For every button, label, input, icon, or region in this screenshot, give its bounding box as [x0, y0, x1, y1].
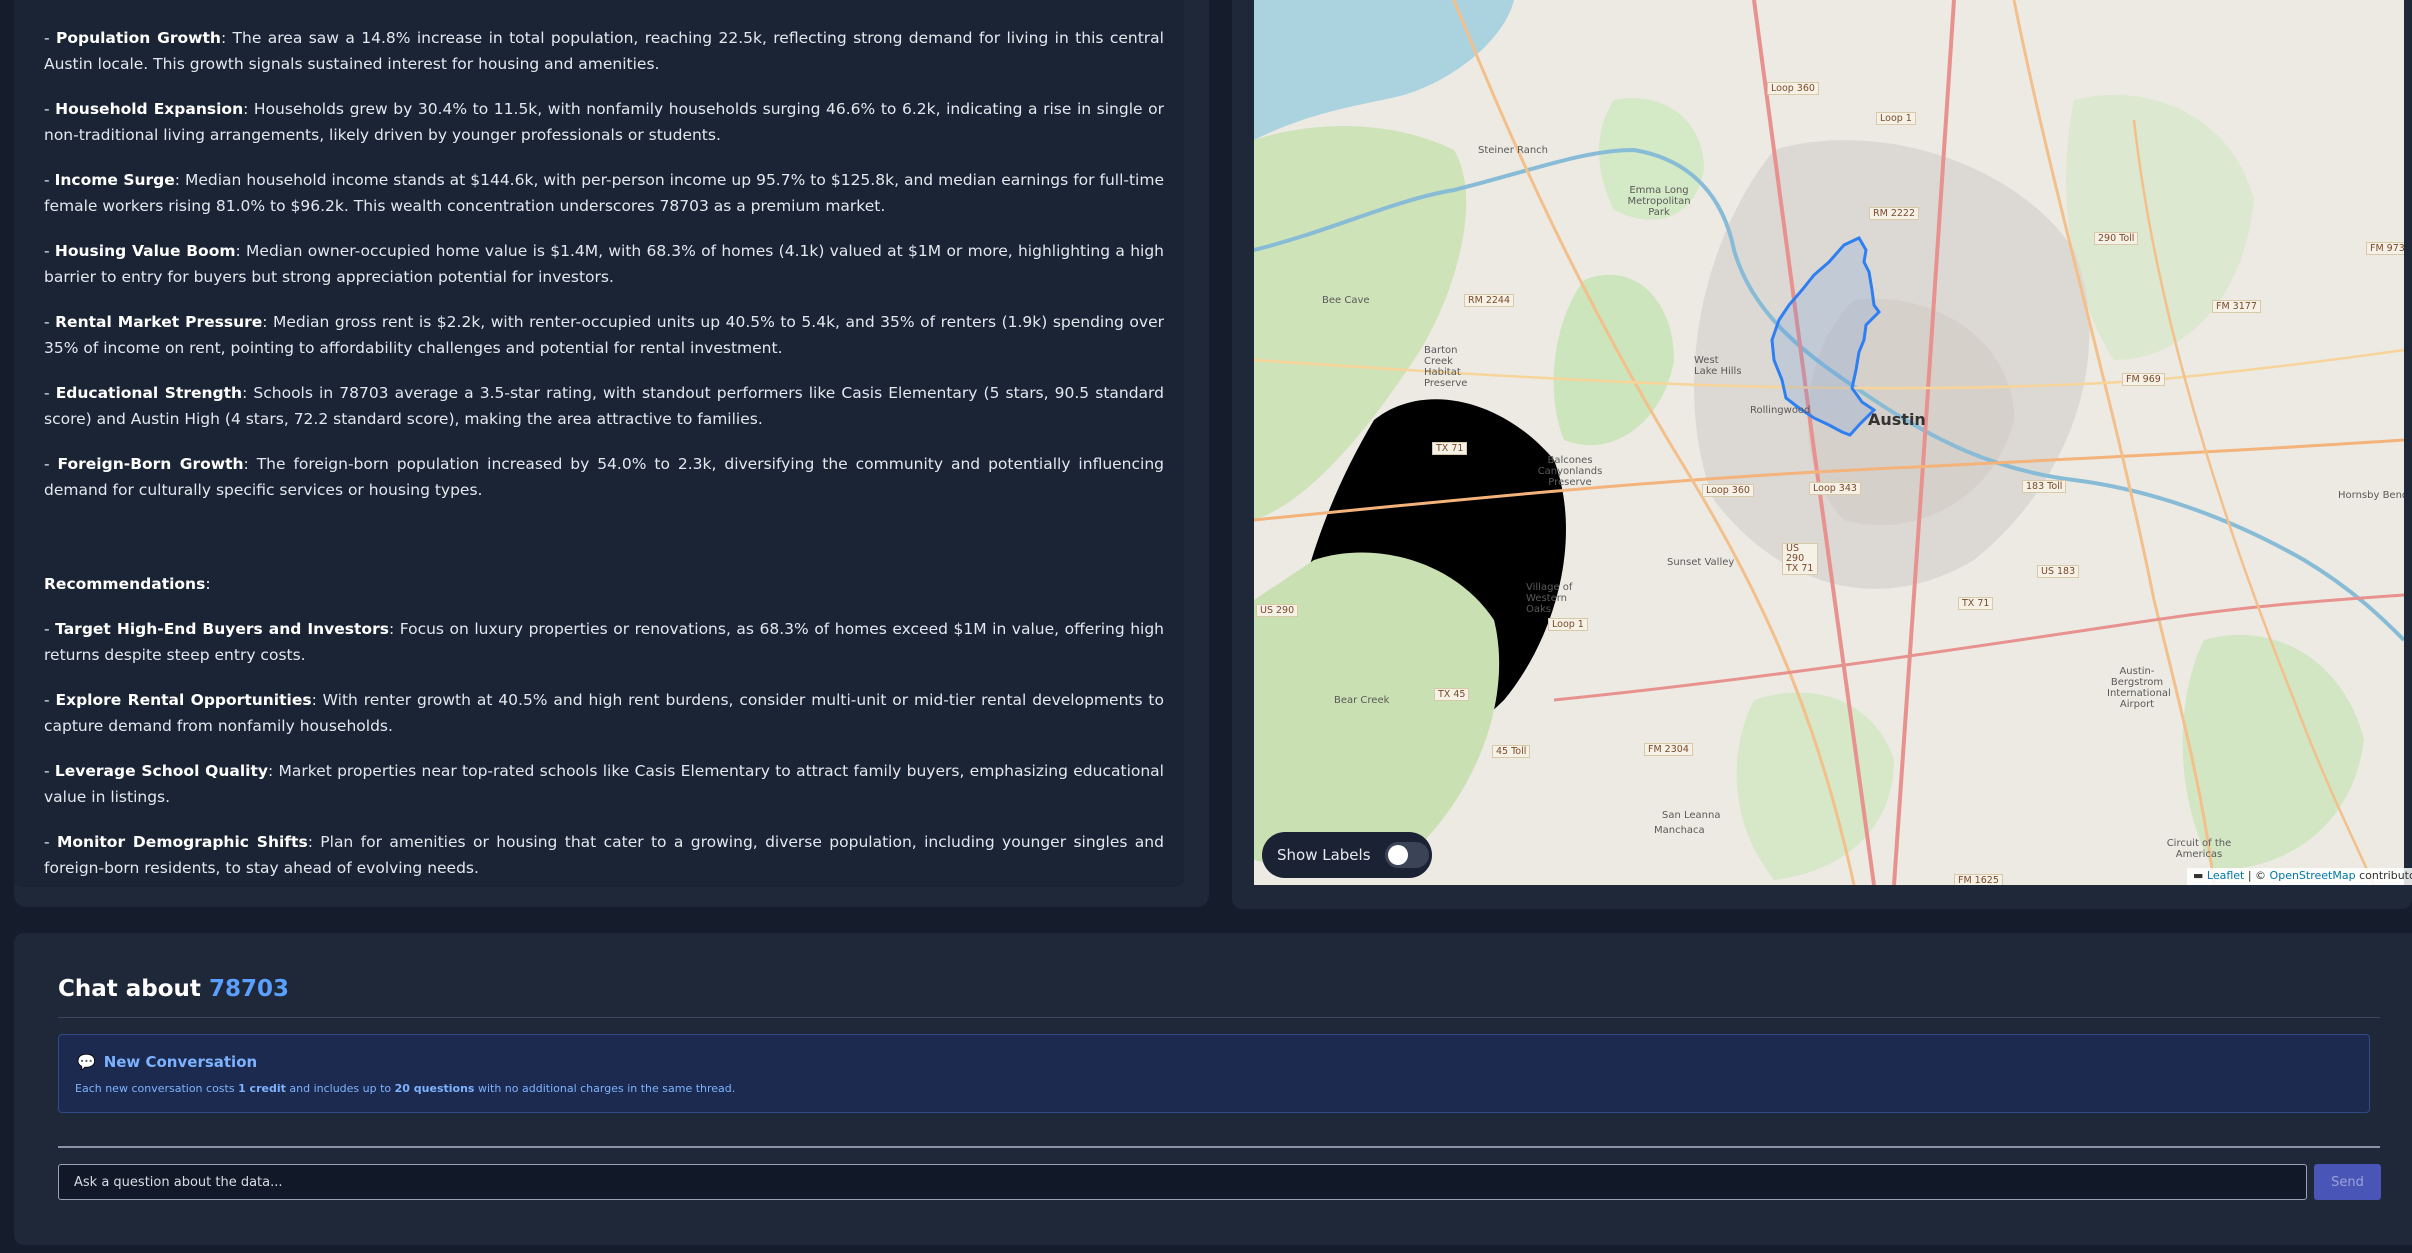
map-attribution: ▬ Leaflet | © OpenStreetMap contributors: [2187, 868, 2412, 885]
info-text: Each new conversation costs: [75, 1082, 239, 1095]
insight-title: Household Expansion: [55, 100, 244, 118]
recommendation-item: - Target High-End Buyers and Investors: …: [44, 620, 1164, 664]
recommendations-heading: Recommendations:: [44, 571, 211, 597]
road-shield: Loop 360: [1702, 484, 1754, 497]
leaflet-flag-icon: ▬: [2193, 869, 2207, 882]
insight-title: Educational Strength: [55, 384, 243, 402]
map-label: Barton Creek Habitat Preserve: [1424, 345, 1468, 389]
road-shield: RM 2222: [1869, 207, 1919, 220]
road-shield: RM 2244: [1464, 294, 1514, 307]
insight-title: Population Growth: [55, 29, 221, 47]
road-shield: TX 71: [1432, 442, 1468, 455]
recommendation-title: Target High-End Buyers and Investors: [55, 620, 389, 638]
insight-item: - Household Expansion: Households grew b…: [44, 100, 1164, 144]
insights-list: - Population Growth: The area saw a 14.8…: [44, 25, 1164, 522]
road-shield: US 290: [1256, 604, 1299, 617]
insight-item: - Housing Value Boom: Median owner-occup…: [44, 242, 1164, 286]
toggle-knob: [1387, 845, 1408, 865]
road-shield: Loop 360: [1767, 82, 1819, 95]
road-shield: 290 Toll: [2094, 232, 2139, 245]
road-shield: Loop 1: [1876, 112, 1916, 125]
road-shield: FM 1625: [1954, 874, 2003, 885]
road-shield: 45 Toll: [1492, 745, 1531, 758]
map-label: Manchaca: [1654, 825, 1705, 836]
input-divider: [58, 1146, 2380, 1148]
new-conversation-title: New Conversation: [103, 1053, 258, 1071]
map-label: Village of Western Oaks: [1526, 582, 1573, 615]
recommendation-title: Leverage School Quality: [54, 762, 268, 780]
attribution-suffix: contributors: [2359, 869, 2412, 882]
send-button[interactable]: Send: [2314, 1164, 2381, 1200]
new-conversation-header: 💬 New Conversation: [77, 1053, 257, 1071]
map-label: Balcones Canyonlands Preserve: [1537, 455, 1603, 488]
map-label: Bee Cave: [1322, 295, 1370, 306]
road-shield: Loop 1: [1548, 618, 1588, 631]
insight-item: - Rental Market Pressure: Median gross r…: [44, 313, 1164, 357]
insight-text: : Median household income stands at $144…: [44, 171, 1164, 215]
new-conversation-notice: 💬 New Conversation Each new conversation…: [58, 1034, 2370, 1113]
road-shield: TX 45: [1434, 688, 1470, 701]
map-label: Bear Creek: [1334, 695, 1390, 706]
chat-title-zip: 78703: [208, 976, 289, 1002]
recommendation-title: Monitor Demographic Shifts: [56, 833, 308, 851]
insight-title: Income Surge: [54, 171, 175, 189]
map-label-city: Austin: [1868, 410, 1926, 429]
map-label: Circuit of the Americas: [2166, 838, 2232, 860]
map-label: West Lake Hills: [1694, 355, 1742, 377]
show-labels-toggle-control[interactable]: Show Labels: [1262, 832, 1432, 878]
recommendations-list: - Target High-End Buyers and Investors: …: [44, 616, 1164, 900]
road-shield: FM 969: [2122, 373, 2165, 386]
map-label: Hornsby Bend: [2338, 490, 2404, 501]
road-shield: FM 973: [2366, 242, 2404, 255]
info-questions: 20 questions: [394, 1082, 475, 1095]
insight-item: - Foreign-Born Growth: The foreign-born …: [44, 455, 1165, 499]
recommendation-item: - Leverage School Quality: Market proper…: [44, 762, 1164, 806]
info-text: and includes up to: [285, 1082, 395, 1095]
show-labels-label: Show Labels: [1277, 846, 1371, 864]
info-credit: 1 credit: [238, 1082, 286, 1095]
map-label: Austin-Bergstrom International Airport: [2107, 666, 2171, 710]
road-shield: US 183: [2037, 565, 2080, 578]
map-label: Rollingwood: [1750, 405, 1811, 416]
show-labels-toggle[interactable]: [1384, 842, 1429, 868]
map-label: Steiner Ranch: [1478, 145, 1549, 156]
road-shield: Loop 343: [1809, 482, 1861, 495]
recommendations-heading-text: Recommendations: [44, 575, 206, 593]
osm-link[interactable]: OpenStreetMap: [2270, 869, 2356, 882]
insight-item: - Income Surge: Median household income …: [44, 171, 1164, 215]
chat-input[interactable]: [58, 1164, 2307, 1200]
insight-item: - Educational Strength: Schools in 78703…: [44, 384, 1164, 428]
insight-item: - Population Growth: The area saw a 14.8…: [44, 29, 1164, 73]
road-shield: TX 71: [1958, 597, 1994, 610]
leaflet-link[interactable]: Leaflet: [2207, 869, 2244, 882]
road-shield: US 290 TX 71: [1782, 543, 1818, 575]
map-label: Sunset Valley: [1667, 557, 1735, 568]
chat-title: Chat about 78703: [58, 976, 289, 1002]
chat-divider: [58, 1017, 2380, 1018]
attribution-separator: | ©: [2244, 869, 2270, 882]
insight-title: Housing Value Boom: [54, 242, 236, 260]
speech-bubble-icon: 💬: [77, 1053, 96, 1071]
recommendation-title: Explore Rental Opportunities: [55, 691, 312, 709]
map-tiles: [1254, 0, 2404, 885]
chat-title-prefix: Chat about: [58, 976, 209, 1002]
insight-title: Foreign-Born Growth: [57, 455, 244, 473]
recommendations-heading-colon: :: [205, 575, 211, 593]
map-label: San Leanna: [1662, 810, 1721, 821]
road-shield: 183 Toll: [2022, 480, 2067, 493]
road-shield: FM 2304: [1644, 743, 1693, 756]
recommendation-item: - Explore Rental Opportunities: With ren…: [44, 691, 1164, 735]
new-conversation-info: Each new conversation costs 1 credit and…: [75, 1082, 735, 1095]
map-view[interactable]: Steiner Ranch Emma Long Metropolitan Par…: [1254, 0, 2404, 885]
recommendation-item: - Monitor Demographic Shifts: Plan for a…: [44, 833, 1164, 877]
road-shield: FM 3177: [2212, 300, 2261, 313]
info-text: with no additional charges in the same t…: [474, 1082, 736, 1095]
insight-title: Rental Market Pressure: [55, 313, 263, 331]
map-label: Emma Long Metropolitan Park: [1627, 185, 1691, 218]
